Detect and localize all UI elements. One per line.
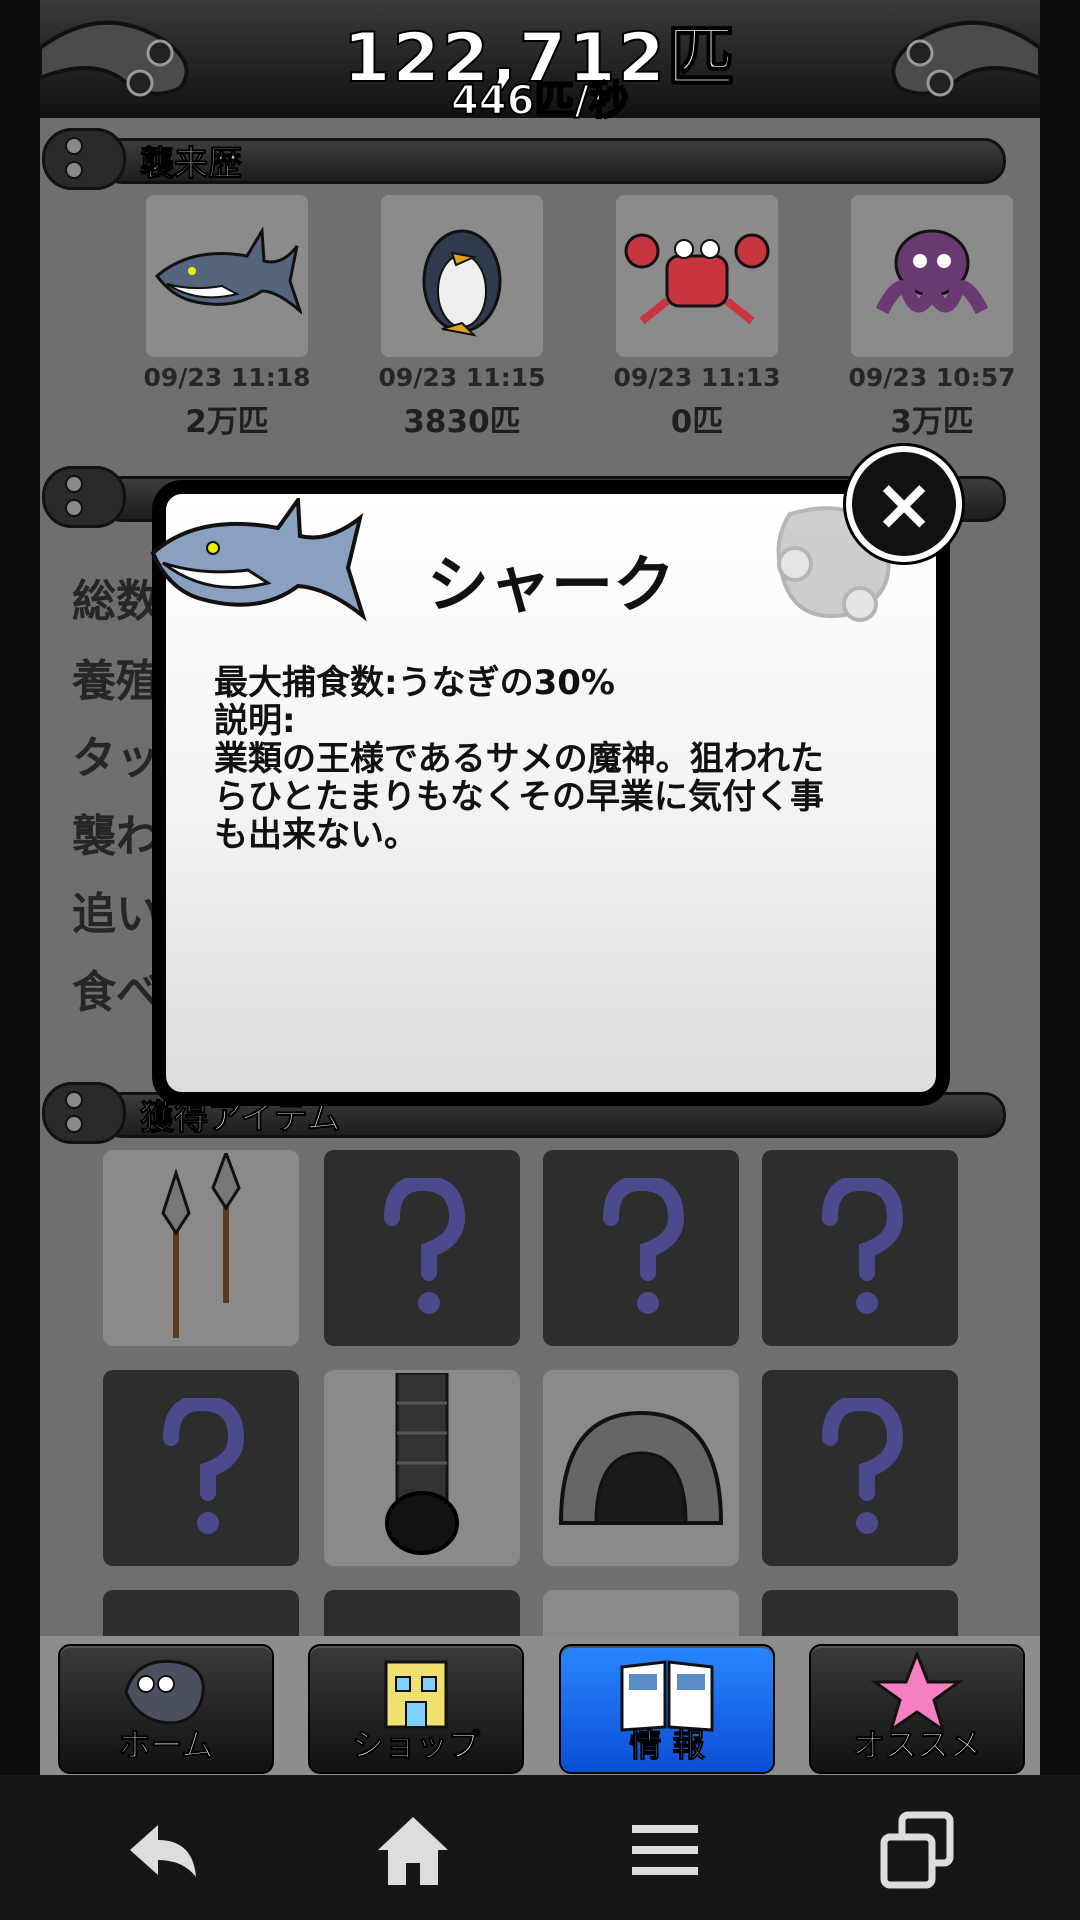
- tab-home-label: ホーム: [118, 1726, 214, 1765]
- stat-label: 総数: [72, 576, 160, 627]
- question-icon: [603, 1178, 685, 1314]
- history-section-title: 襲来歴: [140, 144, 243, 185]
- spears-icon: [161, 1153, 241, 1338]
- history-item-octopus[interactable]: 09/23 10:57 3万匹: [832, 195, 1032, 441]
- item-tile-pipe[interactable]: [324, 1370, 520, 1566]
- history-section-header: 襲来歴: [40, 124, 1040, 190]
- history-item-shark[interactable]: 09/23 11:18 2万匹: [127, 195, 327, 441]
- tab-shop[interactable]: ショップ: [308, 1644, 524, 1774]
- description-text: 業類の王様であるサメの魔神。狙われた: [214, 739, 824, 779]
- question-icon: [822, 1178, 904, 1314]
- history-time: 09/23 11:15: [378, 363, 546, 392]
- close-dialog-button[interactable]: ×: [846, 446, 962, 562]
- tab-info[interactable]: 情 報: [559, 1644, 775, 1774]
- octopus-icon: [851, 195, 1013, 357]
- tab-recommend-label: オススメ: [852, 1726, 981, 1765]
- history-amount: 3830匹: [403, 404, 521, 440]
- tab-recommend[interactable]: オススメ: [809, 1644, 1025, 1774]
- stone-cave-icon: [558, 1410, 724, 1525]
- score-bar: 122,712匹 446匹/秒: [40, 0, 1040, 125]
- item-tile-locked[interactable]: [762, 1150, 958, 1346]
- bottom-tab-bar: ホーム ショップ 情 報 オススメ: [40, 1636, 1040, 1775]
- history-amount: 0匹: [670, 404, 724, 440]
- back-icon[interactable]: [118, 1805, 208, 1895]
- stat-label: 追い: [72, 889, 160, 940]
- question-icon: [163, 1398, 245, 1534]
- history-time: 09/23 10:57: [848, 363, 1016, 392]
- shark-icon: [150, 498, 367, 622]
- question-icon: [384, 1178, 466, 1314]
- menu-icon[interactable]: [620, 1805, 710, 1895]
- pipe-icon: [385, 1373, 459, 1555]
- history-amount: 2万匹: [185, 404, 269, 440]
- history-time: 09/23 11:18: [143, 363, 311, 392]
- item-tile-spears[interactable]: [103, 1150, 299, 1346]
- stat-label: 食べ: [72, 967, 160, 1018]
- history-time: 09/23 11:13: [613, 363, 781, 392]
- eel-rate: 446匹/秒: [450, 77, 630, 125]
- item-tile-locked[interactable]: [543, 1150, 739, 1346]
- penguin-icon: [381, 195, 543, 357]
- dialog-description: 最大捕食数:うなぎの30% 説明: 業類の王様であるサメの魔神。狙われた らひと…: [214, 664, 904, 854]
- shark-icon: [146, 195, 308, 357]
- question-icon: [822, 1398, 904, 1534]
- system-navigation-bar: [0, 1775, 1080, 1920]
- history-amount: 3万匹: [890, 404, 974, 440]
- max-predation-line: 最大捕食数:うなぎの30%: [214, 663, 615, 703]
- item-tile-locked[interactable]: [103, 1370, 299, 1566]
- description-label: 説明:: [214, 701, 296, 741]
- history-item-penguin[interactable]: 09/23 11:15 3830匹: [362, 195, 562, 441]
- crab-icon: [616, 195, 778, 357]
- item-tile-locked[interactable]: [324, 1150, 520, 1346]
- stat-label: タッ: [72, 733, 160, 784]
- tab-info-label: 情 報: [629, 1726, 705, 1765]
- recent-apps-icon[interactable]: [872, 1805, 962, 1895]
- item-tile-stone-cave[interactable]: [543, 1370, 739, 1566]
- home-icon[interactable]: [368, 1805, 458, 1895]
- history-item-crab[interactable]: 09/23 11:13 0匹: [597, 195, 797, 441]
- item-tile-locked[interactable]: [762, 1370, 958, 1566]
- stat-label: 襲わ: [72, 811, 160, 862]
- description-text: らひとたまりもなくその早業に気付く事: [214, 777, 824, 817]
- tab-shop-label: ショップ: [351, 1726, 480, 1765]
- attack-history-list: 09/23 11:18 2万匹 09/23 11:15 3830匹 09/23 …: [40, 195, 1040, 440]
- tab-home[interactable]: ホーム: [58, 1644, 274, 1774]
- description-text: も出来ない。: [214, 815, 418, 855]
- stat-label: 養殖: [72, 656, 160, 707]
